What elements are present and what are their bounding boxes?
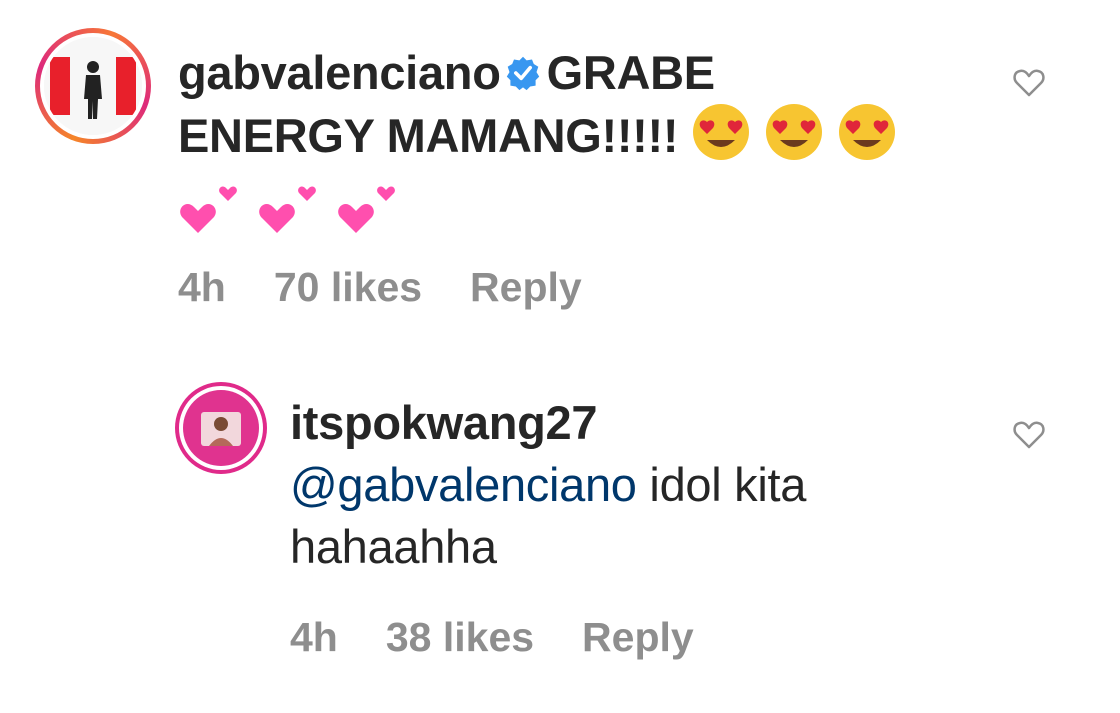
comment-body: idol kita xyxy=(649,458,807,511)
avatar[interactable] xyxy=(35,28,151,144)
avatar-photo xyxy=(44,37,142,135)
avatar[interactable] xyxy=(175,382,267,474)
comment-body-line2: ENERGY MAMANG!!!!! xyxy=(178,109,679,162)
comment-meta: 4h 70 likes Reply xyxy=(178,264,630,311)
comment-text: gabvalenciano GRABE ENERGY MAMANG!!!!! xyxy=(178,44,978,250)
mention-link[interactable]: @gabvalenciano xyxy=(290,458,637,511)
two-hearts-icon xyxy=(336,177,402,250)
comment-body-line2: hahaahha xyxy=(290,520,497,573)
two-hearts-icon xyxy=(178,177,244,250)
comment-body: GRABE xyxy=(546,46,716,99)
heart-eyes-icon xyxy=(691,102,751,175)
reply-comment-item: itspokwang27 @gabvalenciano idol kita ha… xyxy=(0,360,1120,713)
heart-eyes-icon xyxy=(764,102,824,175)
avatar-photo xyxy=(183,390,259,466)
username[interactable]: itspokwang27 xyxy=(290,396,598,449)
likes-count[interactable]: 38 likes xyxy=(386,614,534,660)
timestamp: 4h xyxy=(178,264,226,310)
heart-eyes-icon xyxy=(837,102,897,175)
timestamp: 4h xyxy=(290,614,338,660)
username[interactable]: gabvalenciano xyxy=(178,46,501,99)
comment-item: gabvalenciano GRABE ENERGY MAMANG!!!!! 4… xyxy=(0,0,1120,330)
reply-button[interactable]: Reply xyxy=(470,264,582,310)
likes-count[interactable]: 70 likes xyxy=(274,264,422,310)
reply-button[interactable]: Reply xyxy=(582,614,694,660)
comment-meta: 4h 38 likes Reply xyxy=(290,614,742,661)
heart-outline-icon[interactable] xyxy=(1013,68,1045,98)
heart-outline-icon[interactable] xyxy=(1013,420,1045,450)
verified-badge-icon xyxy=(506,56,539,91)
comment-text: itspokwang27 @gabvalenciano idol kita ha… xyxy=(290,394,990,576)
two-hearts-icon xyxy=(257,177,323,250)
